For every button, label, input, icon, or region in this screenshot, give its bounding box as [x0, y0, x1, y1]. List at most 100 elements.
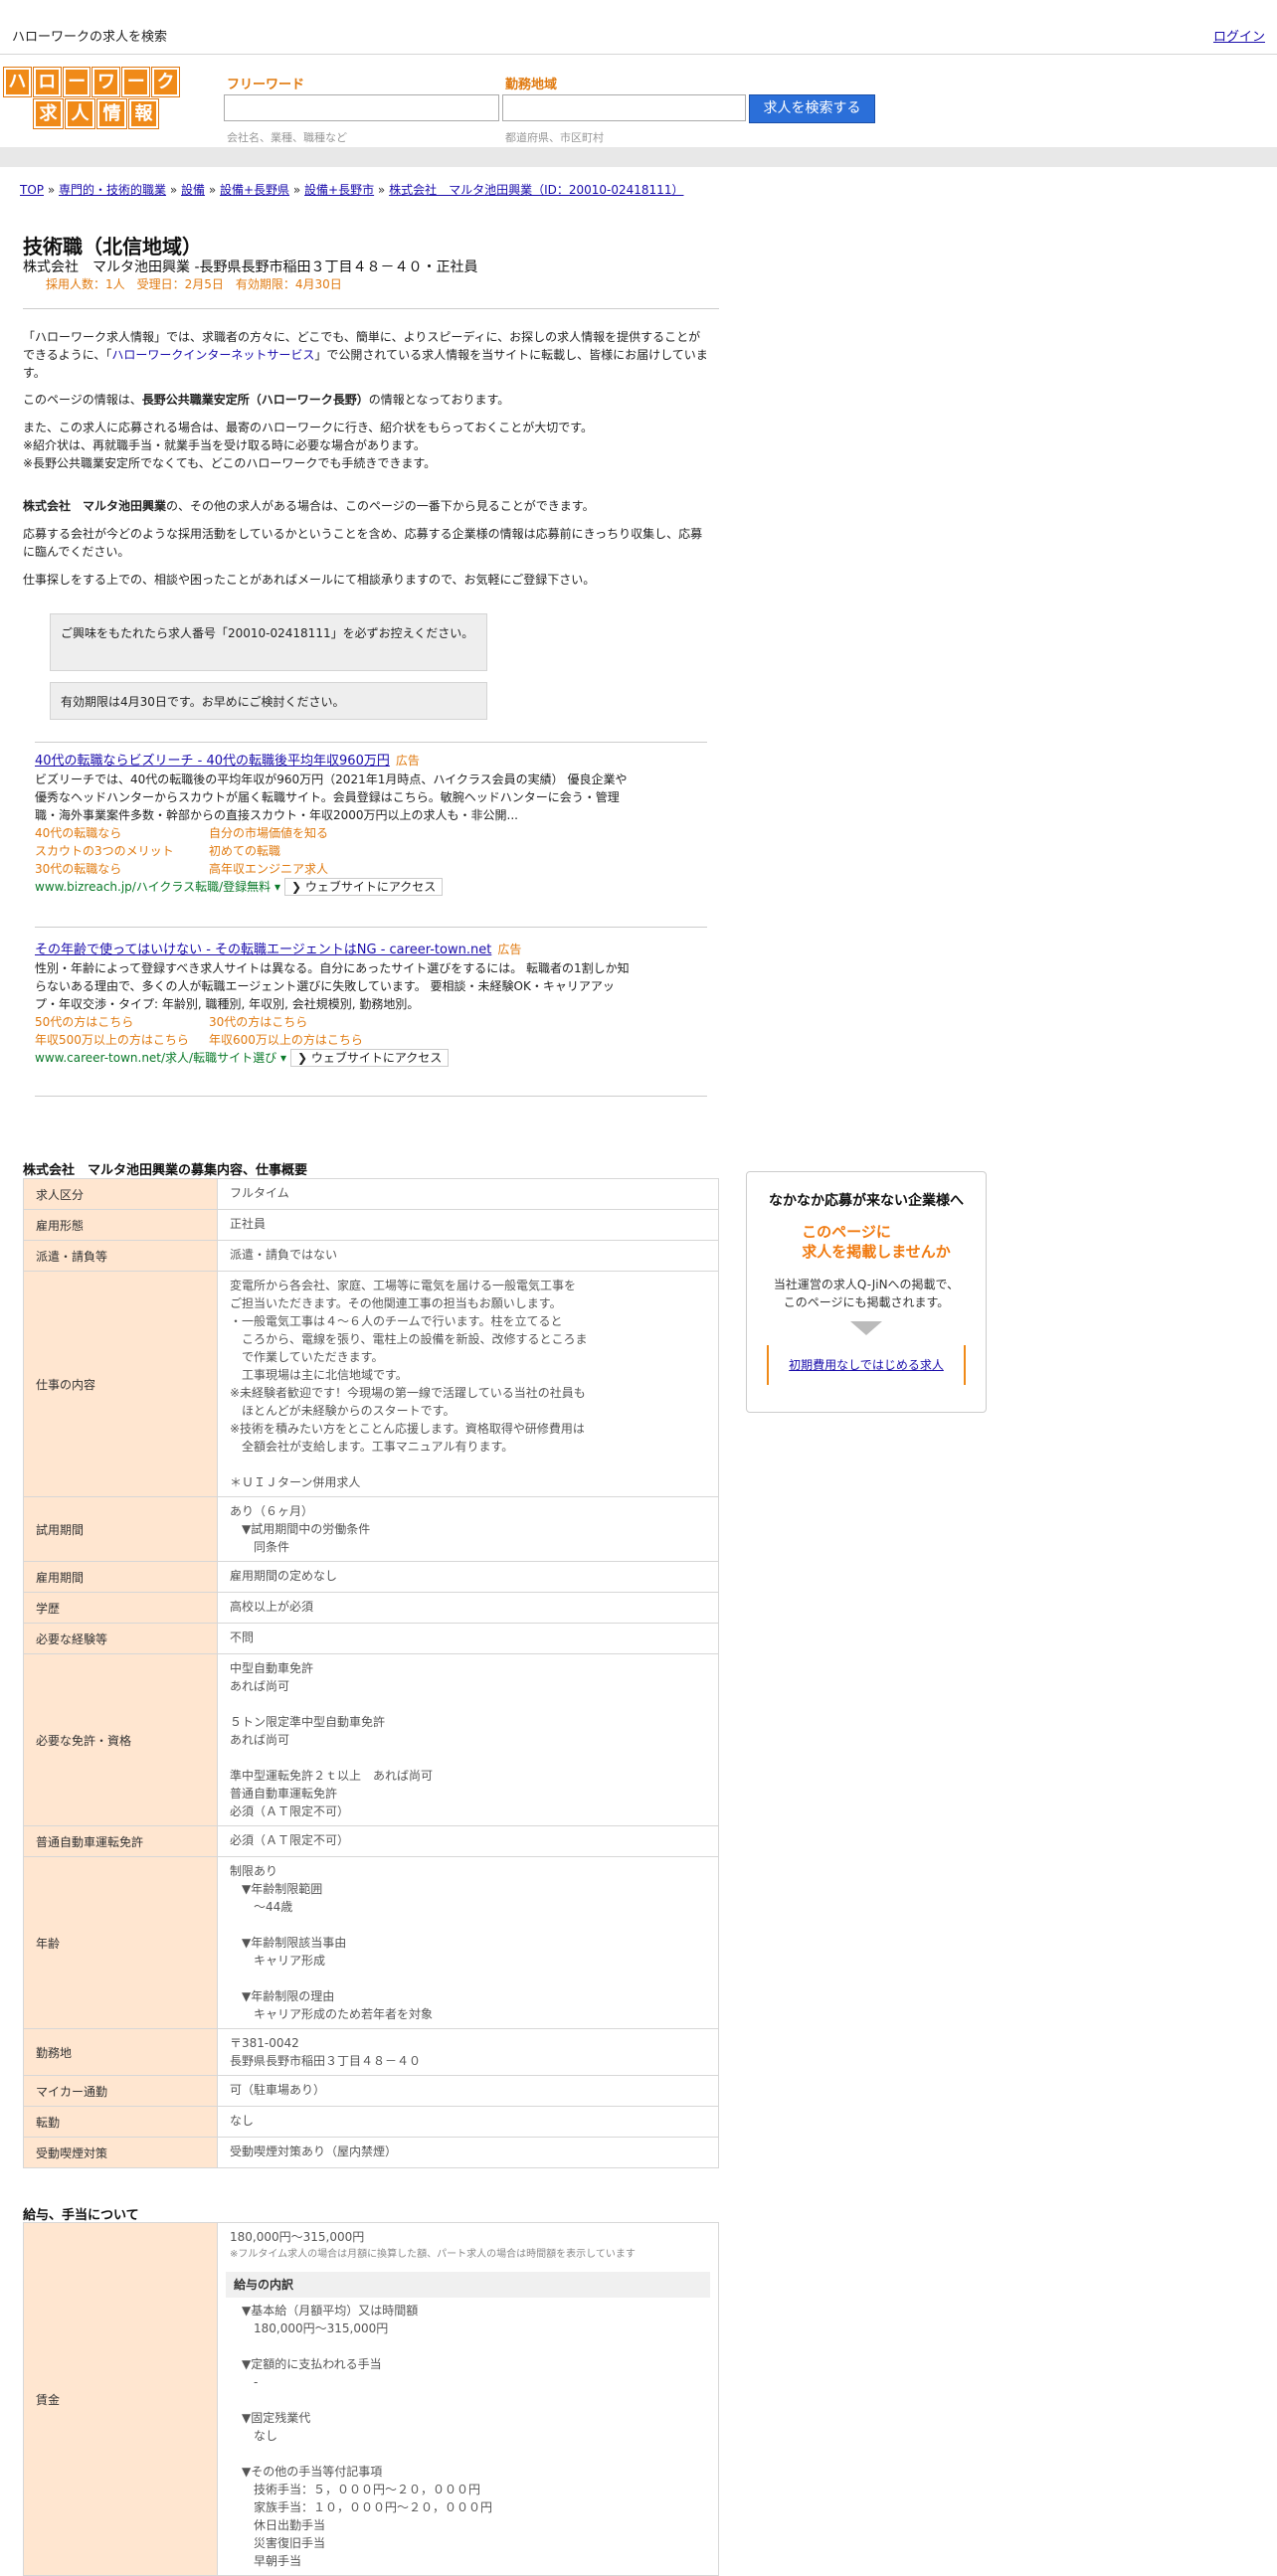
table-row: マイカー通勤 可（駐車場あり） — [23, 2075, 719, 2107]
arrow-down-icon — [850, 1321, 882, 1335]
ad-url-row: www.career-town.net/求人/転職サイト選び ▾ ❯ ウェブサイト… — [35, 1049, 711, 1067]
ad-tag: 広告 — [395, 754, 420, 768]
ad-url[interactable]: www.career-town.net/求人/転職サイト選び — [35, 1051, 276, 1065]
area-input[interactable] — [502, 94, 746, 121]
table-row: 必要な免許・資格 中型自動車免許 あれば尚可 ５トン限定準中型自動車免許 あれば尚… — [23, 1653, 719, 1826]
area-hint: 都道府県、市区町村 — [505, 131, 604, 144]
side-box-title: なかなか応募が来ない企業様へ — [769, 1193, 964, 1209]
ad-sitelink[interactable]: 年収500万以上の方はこちら — [35, 1031, 209, 1049]
intro-paragraph-3: また、この求人に応募される場合は、最寄のハローワークに行き、紹介状をもらっておく… — [23, 421, 594, 470]
wage-breakdown: ▼基本給（月額平均）又は時間額 180,000円〜315,000円 ▼定額的に支… — [242, 2304, 493, 2568]
table-row: 賃金 180,000円〜315,000円 ※フルタイム求人の場合は月額に換算した… — [23, 2222, 719, 2576]
table-row: 仕事の内容 変電所から各会社、家庭、工場等に電気を届ける一般電気工事を ご担当いた… — [23, 1271, 719, 1497]
chevron-down-icon[interactable]: ▾ — [274, 880, 280, 894]
table-row: 求人区分 フルタイム — [23, 1178, 719, 1210]
divider — [35, 1096, 707, 1097]
freeword-input[interactable] — [224, 94, 499, 121]
table-row: 年齢 制限あり ▼年齢制限範囲 ～44歳 ▼年齢制限該当事由 キャリア形成 ▼年齢… — [23, 1856, 719, 2029]
logo-char: 情 — [97, 99, 126, 128]
breadcrumb-subcategory[interactable]: 設備 — [181, 183, 205, 197]
ad-title: 40代の転職ならビズリーチ - 40代の転職後平均年収960万円 広告 — [35, 752, 711, 771]
ad-url[interactable]: www.bizreach.jp/ハイクラス転職/登録無料 — [35, 880, 271, 894]
table-row: 雇用形態 正社員 — [23, 1209, 719, 1241]
logo-row-2: 求 人 情 報 — [34, 99, 179, 128]
ad-url-row: www.bizreach.jp/ハイクラス転職/登録無料 ▾ ❯ ウェブサイトにア… — [35, 878, 711, 896]
area-label: 勤務地域 — [505, 78, 558, 92]
site-title: ハローワークの求人を検索 — [12, 30, 168, 45]
table-row: 転勤 なし — [23, 2106, 719, 2138]
ad-title-link[interactable]: 40代の転職ならビズリーチ - 40代の転職後平均年収960万円 — [35, 754, 390, 769]
ad-title: その年齢で使ってはいけない - その転職エージェントはNG - career-t… — [35, 941, 711, 959]
table-row: 派遣・請負等 派遣・請負ではない — [23, 1240, 719, 1272]
breadcrumb-prefecture[interactable]: 設備+長野県 — [220, 183, 289, 197]
logo-char: 報 — [129, 99, 158, 128]
ad-block-2: その年齢で使ってはいけない - その転職エージェントはNG - career-t… — [35, 941, 711, 1067]
gray-band — [0, 147, 1277, 167]
ad-title-link[interactable]: その年齢で使ってはいけない - その転職エージェントはNG - career-t… — [35, 943, 491, 957]
table-row: 学歴 高校以上が必須 — [23, 1592, 719, 1624]
logo-char: 求 — [34, 99, 63, 128]
ad-block-1: 40代の転職ならビズリーチ - 40代の転職後平均年収960万円 広告 ビズリーチ… — [35, 752, 711, 896]
logo-char: ワ — [92, 68, 120, 96]
wage-breakdown-title: 給与の内訳 — [226, 2272, 710, 2298]
logo-row-1: ハ ロ ー ワ ー ク — [4, 68, 179, 96]
ad-sitelink[interactable]: 50代の方はこちら — [35, 1013, 209, 1031]
ad-sitelinks: 50代の方はこちら 30代の方はこちら 年収500万以上の方はこちら 年収600… — [35, 1013, 711, 1049]
breadcrumb-top[interactable]: TOP — [20, 183, 44, 197]
intro-paragraph-1: 「ハローワーク求人情報」では、求職者の方々に、どこでも、簡単に、よりスピーディに… — [23, 330, 708, 380]
wage-note: ※フルタイム求人の場合は月額に換算した額、パート求人の場合は時間額を表示していま… — [230, 2249, 636, 2260]
details-section-title: 株式会社 マルタ池田興業の募集内容、仕事概要 — [23, 1163, 308, 1178]
notice-expiry: 有効期限は4月30日です。お早めにご検討ください。 — [50, 682, 487, 720]
hellowork-logo[interactable]: ハ ロ ー ワ ー ク 求 人 情 報 — [4, 68, 179, 131]
logo-char: 人 — [66, 99, 94, 128]
details-table: 求人区分 フルタイム 雇用形態 正社員 派遣・請負等 派遣・請負ではない 仕事の内容変… — [23, 1178, 719, 2168]
ad-sitelink[interactable]: 初めての転職 — [209, 842, 408, 860]
login-link[interactable]: ログイン — [1213, 26, 1265, 45]
ad-sitelinks: 40代の転職なら 自分の市場価値を知る スカウトの3つのメリット 初めての転職 … — [35, 824, 711, 878]
table-row: 必要な経験等 不問 — [23, 1623, 719, 1654]
intro-paragraph-5: 応募する会社が今どのような採用活動をしているかということを含め、応募する企業様の… — [23, 527, 703, 559]
company-line: 株式会社 マルタ池田興業 -長野県長野市稲田３丁目４８－４０・正社員 — [23, 259, 478, 275]
ad-sitelink[interactable]: 年収600万以上の方はこちら — [209, 1031, 408, 1049]
logo-char: ー — [63, 68, 91, 96]
hellowork-internet-link[interactable]: ハローワークインターネットサービス — [111, 348, 314, 362]
intro-paragraph-4: 株式会社 マルタ池田興業の、その他の求人がある場合は、このページの一番下から見る… — [23, 499, 595, 513]
breadcrumb-company[interactable]: 株式会社 マルタ池田興業（ID：20010-02418111） — [389, 183, 683, 197]
table-row: 試用期間 あり（６ヶ月） ▼試用期間中の労働条件 同条件 — [23, 1496, 719, 1562]
breadcrumb-city[interactable]: 設備+長野市 — [304, 183, 374, 197]
job-title: 技術職（北信地域） — [23, 235, 202, 258]
ad-visit-button[interactable]: ❯ ウェブサイトにアクセス — [289, 1049, 450, 1067]
table-row: 受動喫煙対策 受動喫煙対策あり（屋内禁煙） — [23, 2137, 719, 2168]
start-job-posting-link[interactable]: 初期費用なしではじめる求人 — [767, 1345, 966, 1385]
freeword-label: フリーワード — [227, 78, 305, 92]
side-box-text: 当社運営の求人Q-JiNへの掲載で、 このページにも掲載されます。 — [773, 1278, 960, 1309]
freeword-hint: 会社名、業種、職種など — [227, 131, 347, 144]
logo-char: ク — [152, 68, 179, 96]
breadcrumb: TOP » 専門的・技術的職業 » 設備 » 設備+長野県 » 設備+長野市 »… — [20, 183, 684, 197]
table-row: 勤務地 〒381-0042 長野県長野市稲田３丁目４８－４０ — [23, 2028, 719, 2076]
logo-char: ハ — [4, 68, 31, 96]
search-button[interactable]: 求人を検索する — [749, 94, 875, 123]
ad-sitelink[interactable]: 高年収エンジニア求人 — [209, 860, 408, 878]
divider — [35, 742, 707, 743]
divider — [23, 308, 719, 309]
ad-sitelink[interactable]: 40代の転職なら — [35, 824, 209, 842]
ad-visit-button[interactable]: ❯ ウェブサイトにアクセス — [284, 878, 444, 896]
table-row: 雇用期間 雇用期間の定めなし — [23, 1561, 719, 1593]
ad-sitelink[interactable]: 30代の方はこちら — [209, 1013, 408, 1031]
ad-sitelink[interactable]: 30代の転職なら — [35, 860, 209, 878]
breadcrumb-category[interactable]: 専門的・技術的職業 — [59, 183, 166, 197]
top-bar: ハローワークの求人を検索 ログイン — [0, 0, 1277, 55]
ad-tag: 広告 — [497, 943, 522, 956]
notice-job-number: ご興味をもたれたら求人番号「20010-02418111」を必ずお控えください。 — [50, 613, 487, 671]
table-row: 普通自動車運転免許 必須（ＡＴ限定不可） — [23, 1825, 719, 1857]
advertise-side-box: なかなか応募が来ない企業様へ このページに 求人を掲載しませんか 当社運営の求人… — [746, 1171, 987, 1413]
ad-body: ビズリーチでは、40代の転職後の平均年収が960万円（2021年1月時点、ハイク… — [35, 773, 628, 822]
intro-paragraph-6: 仕事探しをする上での、相談や困ったことがあればメールにて相談承りますので、お気軽… — [23, 573, 596, 587]
chevron-down-icon[interactable]: ▾ — [280, 1051, 286, 1065]
ad-sitelink[interactable]: スカウトの3つのメリット — [35, 842, 209, 860]
ad-sitelink[interactable]: 自分の市場価値を知る — [209, 824, 408, 842]
logo-char: ー — [122, 68, 150, 96]
wage-range: 180,000円〜315,000円 — [230, 2230, 365, 2244]
side-box-headline: このページに 求人を掲載しませんか — [802, 1223, 951, 1261]
